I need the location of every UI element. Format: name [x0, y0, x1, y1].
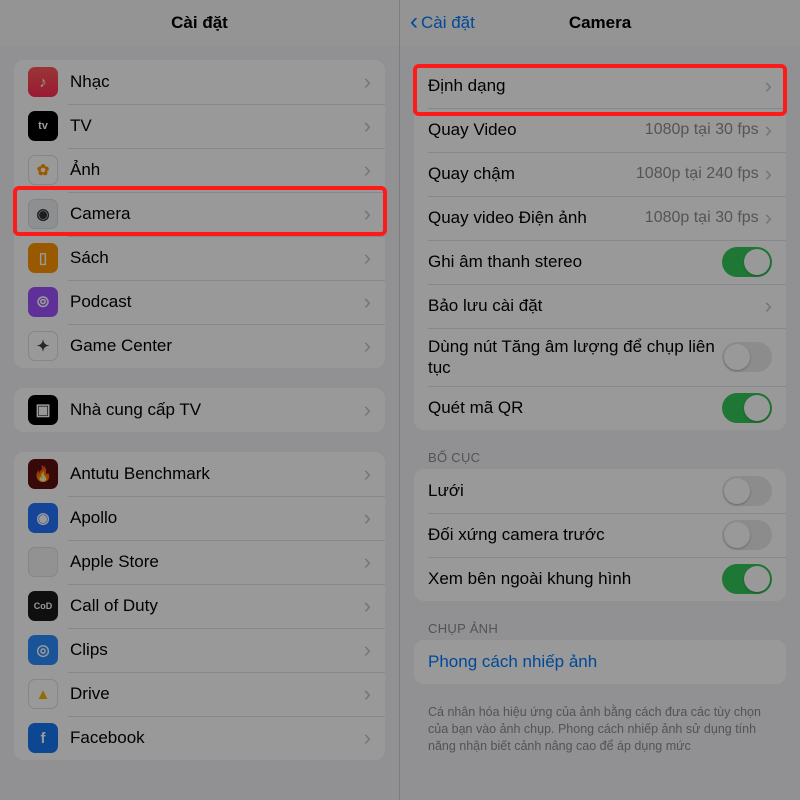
chevron-right-icon: › [765, 295, 772, 317]
facebook-icon: f [28, 723, 58, 753]
tv-icon: tv [28, 111, 58, 141]
settings-row-music[interactable]: ♪ Nhạc › [14, 60, 385, 104]
tv-provider-icon: ▣ [28, 395, 58, 425]
row-qr: Quét mã QR [414, 386, 786, 430]
settings-row-drive[interactable]: ▲ Drive › [14, 672, 385, 716]
chevron-right-icon: › [364, 291, 371, 313]
settings-group-tv-provider: ▣ Nhà cung cấp TV › [14, 388, 385, 432]
camera-group-composition: Lưới Đối xứng camera trước Xem bên ngoài… [414, 469, 786, 601]
back-button[interactable]: ‹ Cài đặt [410, 0, 475, 46]
chevron-right-icon: › [364, 71, 371, 93]
chevron-right-icon: › [364, 335, 371, 357]
chevron-right-icon: › [364, 551, 371, 573]
drive-icon: ▲ [28, 679, 58, 709]
apple-store-icon [28, 547, 58, 577]
styles-footnote: Cá nhân hóa hiệu ứng của ảnh bằng cách đ… [428, 704, 772, 755]
row-mirror: Đối xứng camera trước [414, 513, 786, 557]
settings-title: Cài đặt [171, 13, 228, 33]
settings-navbar: Cài đặt [0, 0, 399, 46]
chevron-right-icon: › [765, 163, 772, 185]
settings-row-books[interactable]: ▯ Sách › [14, 236, 385, 280]
row-grid: Lưới [414, 469, 786, 513]
settings-row-camera[interactable]: ◉ Camera › [14, 192, 385, 236]
chevron-right-icon: › [364, 683, 371, 705]
antutu-icon: 🔥 [28, 459, 58, 489]
apollo-icon: ◉ [28, 503, 58, 533]
row-stereo: Ghi âm thanh stereo [414, 240, 786, 284]
settings-row-apollo[interactable]: ◉ Apollo › [14, 496, 385, 540]
chevron-right-icon: › [364, 159, 371, 181]
toggle-burst[interactable] [722, 342, 772, 372]
row-cinematic[interactable]: Quay video Điện ảnh 1080p tại 30 fps › [414, 196, 786, 240]
row-preserve[interactable]: Bảo lưu cài đặt › [414, 284, 786, 328]
row-outside-frame: Xem bên ngoài khung hình [414, 557, 786, 601]
settings-group-thirdparty: 🔥 Antutu Benchmark › ◉ Apollo › Apple St… [14, 452, 385, 760]
cod-icon: CoD [28, 591, 58, 621]
settings-row-cod[interactable]: CoD Call of Duty › [14, 584, 385, 628]
settings-row-photos[interactable]: ✿ Ảnh › [14, 148, 385, 192]
toggle-mirror[interactable] [722, 520, 772, 550]
chevron-right-icon: › [364, 399, 371, 421]
row-photo-styles[interactable]: Phong cách nhiếp ảnh [414, 640, 786, 684]
books-icon: ▯ [28, 243, 58, 273]
toggle-grid[interactable] [722, 476, 772, 506]
chevron-right-icon: › [364, 203, 371, 225]
chevron-right-icon: › [364, 639, 371, 661]
chevron-right-icon: › [364, 727, 371, 749]
chevron-right-icon: › [765, 207, 772, 229]
settings-row-tv-provider[interactable]: ▣ Nhà cung cấp TV › [14, 388, 385, 432]
camera-icon: ◉ [28, 199, 58, 229]
gamecenter-icon: ✦ [28, 331, 58, 361]
chevron-right-icon: › [364, 595, 371, 617]
settings-row-gamecenter[interactable]: ✦ Game Center › [14, 324, 385, 368]
chevron-right-icon: › [765, 75, 772, 97]
podcast-icon: ⦾ [28, 287, 58, 317]
settings-row-podcast[interactable]: ⦾ Podcast › [14, 280, 385, 324]
camera-group-capture: Phong cách nhiếp ảnh [414, 640, 786, 684]
toggle-outside-frame[interactable] [722, 564, 772, 594]
clips-icon: ◎ [28, 635, 58, 665]
row-record-video[interactable]: Quay Video 1080p tại 30 fps › [414, 108, 786, 152]
photos-icon: ✿ [28, 155, 58, 185]
chevron-right-icon: › [364, 247, 371, 269]
composition-header: BỐ CỤC [428, 450, 772, 465]
settings-row-clips[interactable]: ◎ Clips › [14, 628, 385, 672]
chevron-right-icon: › [765, 119, 772, 141]
row-formats[interactable]: Định dạng › [414, 64, 786, 108]
toggle-stereo[interactable] [722, 247, 772, 277]
settings-group-apple-apps: ♪ Nhạc › tv TV › ✿ Ảnh › ◉ Camera › ▯ Sá [14, 60, 385, 368]
chevron-left-icon: ‹ [410, 10, 418, 34]
camera-title: Camera [569, 13, 631, 33]
toggle-qr[interactable] [722, 393, 772, 423]
row-slo-mo[interactable]: Quay chậm 1080p tại 240 fps › [414, 152, 786, 196]
row-burst: Dùng nút Tăng âm lượng để chụp liên tục [414, 328, 786, 386]
capture-header: CHỤP ẢNH [428, 621, 772, 636]
settings-row-tv[interactable]: tv TV › [14, 104, 385, 148]
chevron-right-icon: › [364, 463, 371, 485]
chevron-right-icon: › [364, 507, 371, 529]
camera-navbar: ‹ Cài đặt Camera [400, 0, 800, 46]
settings-row-facebook[interactable]: f Facebook › [14, 716, 385, 760]
camera-group-formats: Định dạng › Quay Video 1080p tại 30 fps … [414, 64, 786, 430]
chevron-right-icon: › [364, 115, 371, 137]
music-icon: ♪ [28, 67, 58, 97]
settings-row-antutu[interactable]: 🔥 Antutu Benchmark › [14, 452, 385, 496]
settings-row-apple-store[interactable]: Apple Store › [14, 540, 385, 584]
